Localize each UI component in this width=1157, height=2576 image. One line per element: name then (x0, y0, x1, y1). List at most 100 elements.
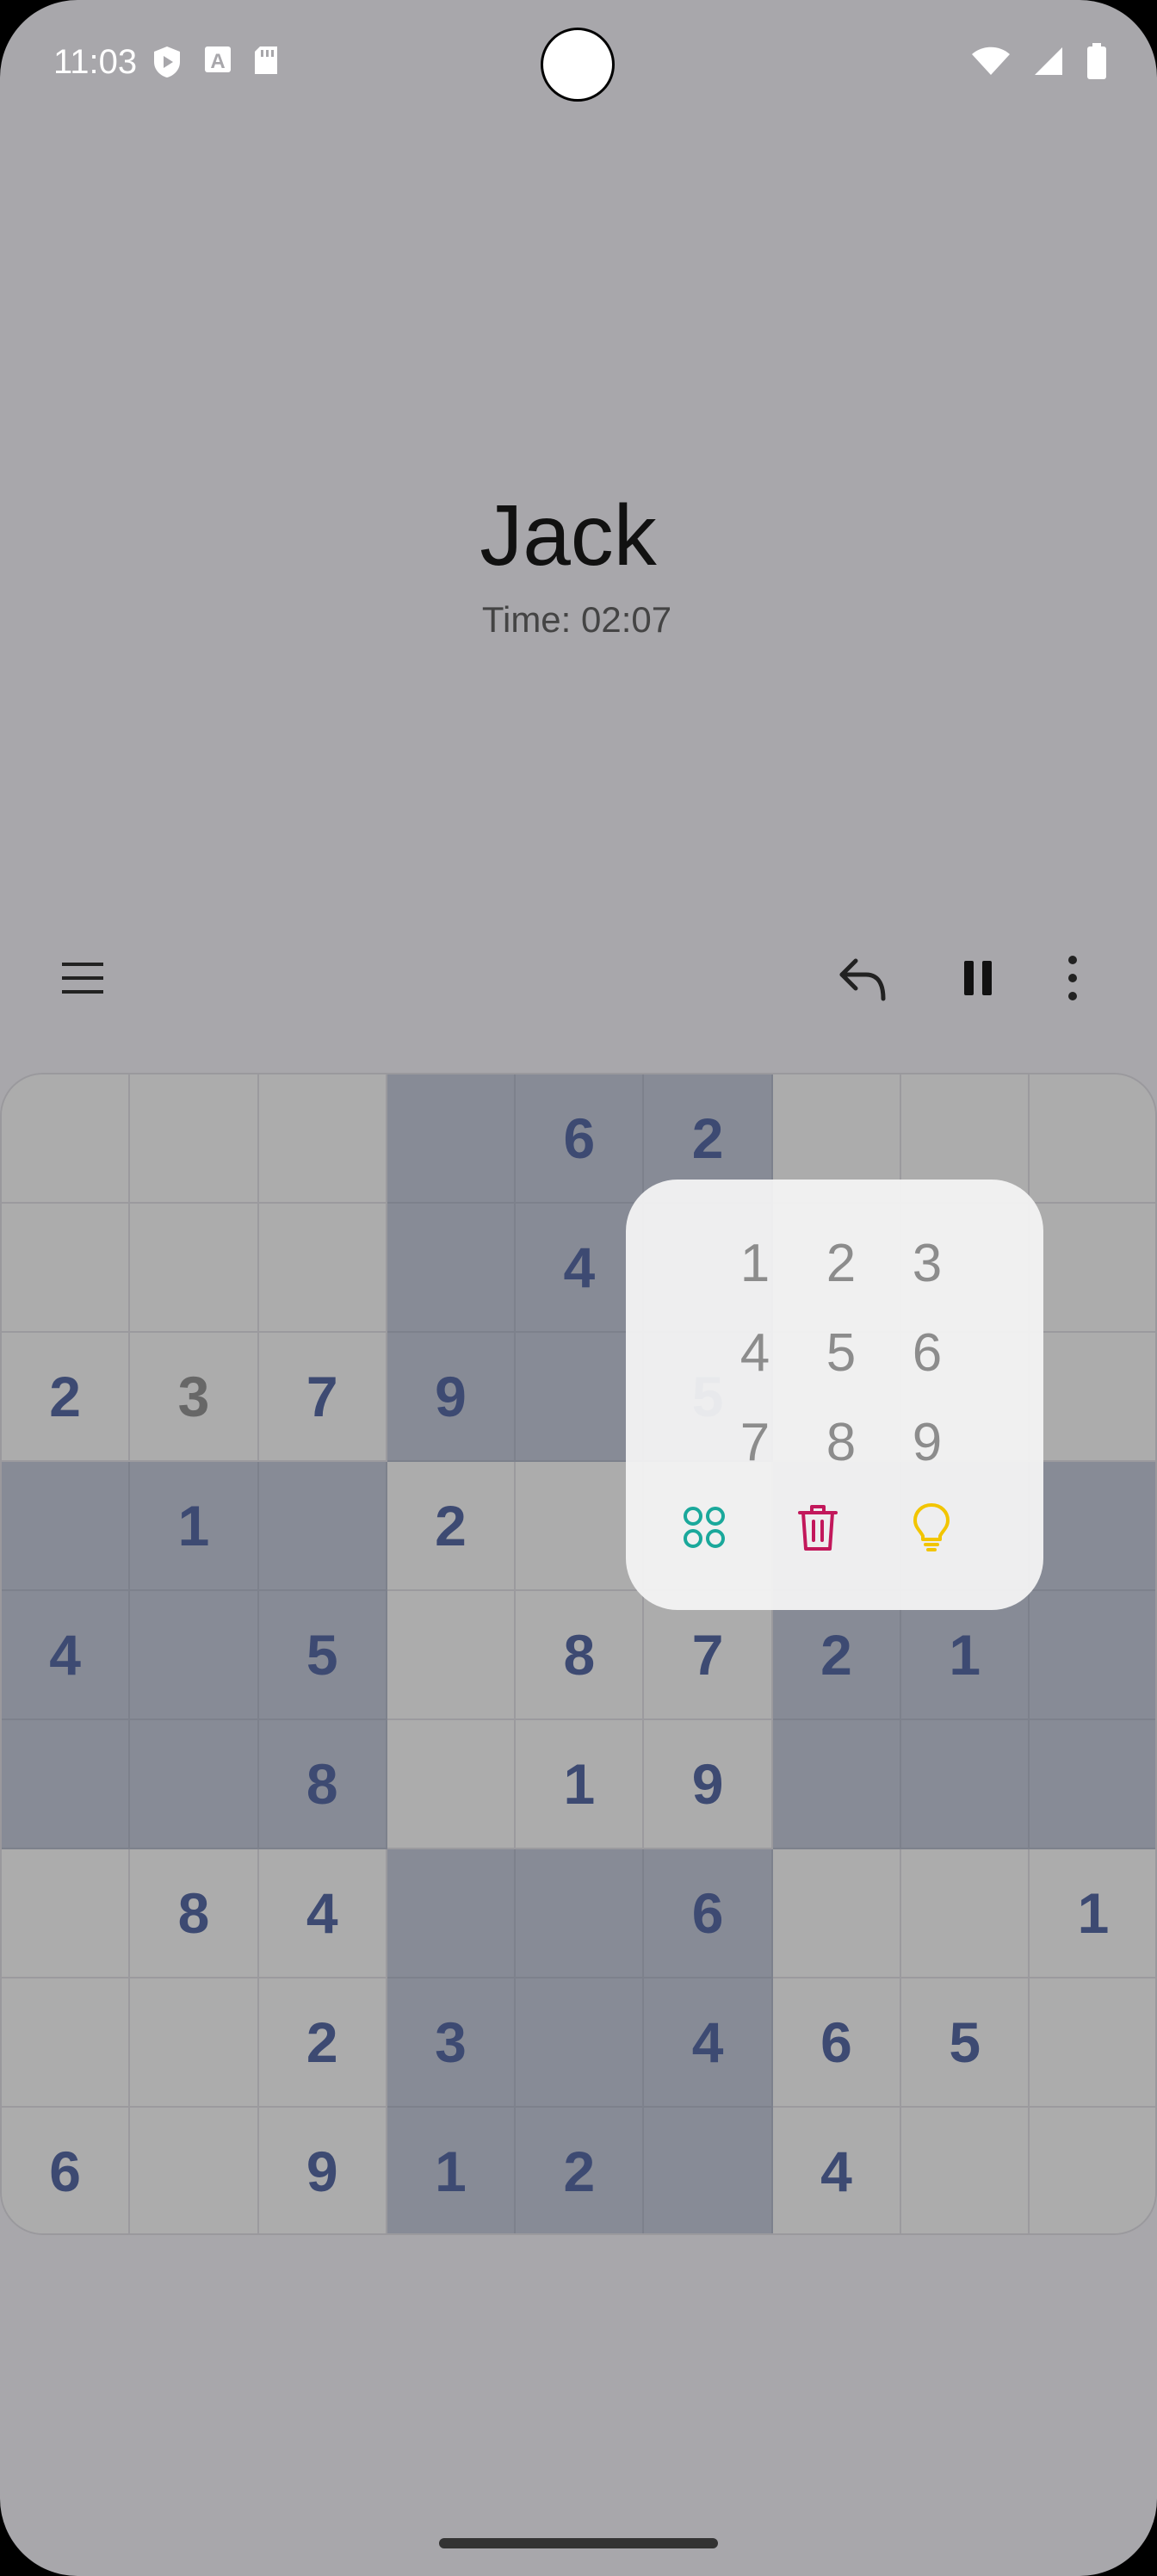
board-cell-r2c1[interactable] (2, 1204, 131, 1333)
board-cell-r6c4[interactable] (387, 1720, 517, 1849)
battery-icon (1087, 43, 1106, 79)
menu-button[interactable] (48, 944, 117, 1012)
board-cell-r6c3[interactable]: 8 (258, 1720, 387, 1849)
number-key-9[interactable]: 9 (884, 1397, 970, 1487)
board-cell-r4c1[interactable] (2, 1462, 131, 1591)
notes-button[interactable] (673, 1496, 735, 1558)
board-cell-r8c4[interactable]: 3 (387, 1978, 517, 2108)
board-cell-r6c5[interactable]: 1 (516, 1720, 645, 1849)
undo-button[interactable] (828, 944, 897, 1012)
board-cell-r5c4[interactable] (387, 1591, 517, 1720)
board-cell-r1c5[interactable]: 6 (516, 1074, 645, 1204)
player-name: Jack (480, 487, 657, 584)
board-cell-r2c3[interactable] (258, 1204, 387, 1333)
board-cell-r5c3[interactable]: 5 (258, 1591, 387, 1720)
board-cell-r1c3[interactable] (258, 1074, 387, 1204)
board-cell-r6c8[interactable] (901, 1720, 1030, 1849)
board-cell-r1c4[interactable] (387, 1074, 517, 1204)
board-cell-r9c5[interactable]: 2 (516, 2108, 645, 2233)
board-cell-r3c1[interactable]: 2 (2, 1333, 131, 1462)
game-timer: Time: 02:07 (481, 599, 672, 640)
home-indicator[interactable] (439, 2538, 718, 2548)
number-key-8[interactable]: 8 (798, 1397, 884, 1487)
trash-icon (798, 1505, 838, 1551)
board-cell-r8c5[interactable] (516, 1978, 645, 2108)
board-cell-r5c5[interactable]: 8 (516, 1591, 645, 1720)
board-cell-r4c2[interactable]: 1 (130, 1462, 259, 1591)
menu-icon (62, 963, 103, 994)
signal-icon (1035, 47, 1062, 75)
number-key-7[interactable]: 7 (712, 1397, 798, 1487)
board-cell-r9c7[interactable]: 4 (772, 2108, 902, 2233)
board-cell-r8c8[interactable]: 5 (901, 1978, 1030, 2108)
more-options-button[interactable] (1038, 944, 1107, 1012)
board-cell-r2c4[interactable] (387, 1204, 517, 1333)
number-pad: 123456789 (712, 1218, 970, 1487)
board-cell-r8c7[interactable]: 6 (772, 1978, 902, 2108)
erase-button[interactable] (787, 1496, 849, 1558)
board-cell-r4c9[interactable] (1030, 1462, 1155, 1591)
board-cell-r4c4[interactable]: 2 (387, 1462, 517, 1591)
four-dots-icon (684, 1507, 725, 1548)
board-cell-r4c3[interactable] (258, 1462, 387, 1591)
undo-icon (839, 958, 886, 1001)
board-cell-r6c2[interactable] (130, 1720, 259, 1849)
board-cell-r8c6[interactable]: 4 (644, 1978, 773, 2108)
number-key-3[interactable]: 3 (884, 1218, 970, 1308)
pause-button[interactable] (944, 944, 1012, 1012)
board-cell-r7c9[interactable]: 1 (1030, 1849, 1155, 1978)
number-key-6[interactable]: 6 (884, 1308, 970, 1397)
board-cell-r7c5[interactable] (516, 1849, 645, 1978)
number-pad-popup: 123456789 (626, 1180, 1043, 1610)
board-cell-r7c8[interactable] (901, 1849, 1030, 1978)
hint-button[interactable] (900, 1496, 962, 1558)
board-cell-r2c2[interactable] (130, 1204, 259, 1333)
wifi-icon (972, 46, 1010, 75)
lightbulb-icon (913, 1503, 950, 1551)
board-cell-r1c9[interactable] (1030, 1074, 1155, 1204)
board-cell-r5c9[interactable] (1030, 1591, 1155, 1720)
board-cell-r6c7[interactable] (772, 1720, 902, 1849)
board-cell-r1c2[interactable] (130, 1074, 259, 1204)
board-cell-r9c6[interactable] (644, 2108, 773, 2233)
svg-text:A: A (210, 50, 225, 73)
number-key-5[interactable]: 5 (798, 1308, 884, 1397)
board-cell-r7c3[interactable]: 4 (258, 1849, 387, 1978)
pause-icon (964, 961, 992, 995)
board-cell-r6c9[interactable] (1030, 1720, 1155, 1849)
more-vert-icon (1068, 956, 1077, 1000)
number-key-4[interactable]: 4 (712, 1308, 798, 1397)
board-cell-r9c1[interactable]: 6 (2, 2108, 131, 2233)
board-cell-r6c1[interactable] (2, 1720, 131, 1849)
board-cell-r7c7[interactable] (772, 1849, 902, 1978)
board-cell-r8c9[interactable] (1030, 1978, 1155, 2108)
number-key-2[interactable]: 2 (798, 1218, 884, 1308)
board-cell-r9c9[interactable] (1030, 2108, 1155, 2233)
board-cell-r5c2[interactable] (130, 1591, 259, 1720)
board-cell-r2c9[interactable] (1030, 1204, 1155, 1333)
board-cell-r3c4[interactable]: 9 (387, 1333, 517, 1462)
board-cell-r7c6[interactable]: 6 (644, 1849, 773, 1978)
number-key-1[interactable]: 1 (712, 1218, 798, 1308)
board-cell-r1c1[interactable] (2, 1074, 131, 1204)
board-cell-r8c1[interactable] (2, 1978, 131, 2108)
board-cell-r3c9[interactable] (1030, 1333, 1155, 1462)
board-cell-r8c2[interactable] (130, 1978, 259, 2108)
status-time: 11:03 (53, 43, 138, 81)
board-cell-r3c3[interactable]: 7 (258, 1333, 387, 1462)
board-cell-r9c2[interactable] (130, 2108, 259, 2233)
board-cell-r7c4[interactable] (387, 1849, 517, 1978)
board-cell-r5c1[interactable]: 4 (2, 1591, 131, 1720)
board-cell-r9c4[interactable]: 1 (387, 2108, 517, 2233)
camera-cutout (541, 28, 615, 102)
board-cell-r5c8[interactable]: 1 (901, 1591, 1030, 1720)
board-cell-r7c1[interactable] (2, 1849, 131, 1978)
board-cell-r9c3[interactable]: 9 (258, 2108, 387, 2233)
board-cell-r7c2[interactable]: 8 (130, 1849, 259, 1978)
board-cell-r5c6[interactable]: 7 (644, 1591, 773, 1720)
board-cell-r8c3[interactable]: 2 (258, 1978, 387, 2108)
board-cell-r6c6[interactable]: 9 (644, 1720, 773, 1849)
board-cell-r5c7[interactable]: 2 (772, 1591, 902, 1720)
board-cell-r9c8[interactable] (901, 2108, 1030, 2233)
board-cell-r3c2[interactable]: 3 (130, 1333, 259, 1462)
